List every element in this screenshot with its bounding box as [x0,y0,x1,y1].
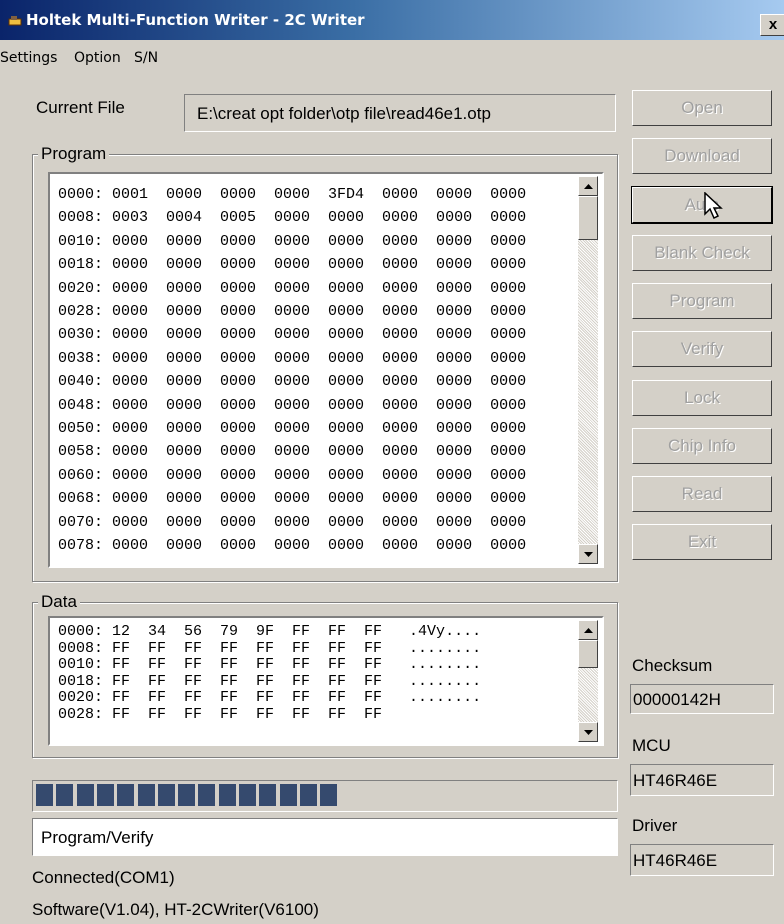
chip-info-button[interactable]: Chip Info [632,428,772,464]
auto-button[interactable]: Auto [631,186,773,224]
program-row[interactable]: 0020: 0000 0000 0000 0000 0000 0000 0000… [58,277,526,300]
program-list[interactable]: 0000: 0001 0000 0000 0000 3FD4 0000 0000… [48,172,604,568]
driver-label: Driver [632,816,678,835]
progress-segment [137,784,155,806]
close-button[interactable]: x [760,14,784,36]
connection-status: Connected(COM1) [32,868,175,887]
verify-button[interactable]: Verify [632,331,772,367]
status-message: Program/Verify [41,828,154,847]
program-row[interactable]: 0048: 0000 0000 0000 0000 0000 0000 0000… [58,394,526,417]
scroll-thumb[interactable] [578,196,598,240]
scroll-up-button[interactable] [578,620,598,640]
data-list[interactable]: 0000: 12 34 56 79 9F FF FF FF .4Vy.... 00… [48,616,604,746]
current-file-field[interactable]: E:\creat opt folder\otp file\read46e1.ot… [184,94,616,132]
data-row[interactable]: 0008: FF FF FF FF FF FF FF FF ........ [58,640,481,658]
open-button[interactable]: Open [632,90,772,126]
progress-segment [178,784,196,806]
read-button[interactable]: Read [632,476,772,512]
program-row[interactable]: 0068: 0000 0000 0000 0000 0000 0000 0000… [58,487,526,510]
program-row[interactable]: 0018: 0000 0000 0000 0000 0000 0000 0000… [58,253,526,276]
program-row[interactable]: 0008: 0003 0004 0005 0000 0000 0000 0000… [58,206,526,229]
menu-settings[interactable]: Settings [0,50,57,66]
progress-segment [36,784,53,806]
scroll-down-button[interactable] [578,722,598,742]
data-row[interactable]: 0000: 12 34 56 79 9F FF FF FF .4Vy.... [58,623,481,641]
data-legend: Data [38,592,80,612]
progress-segment [259,784,277,806]
program-row[interactable]: 0000: 0001 0000 0000 0000 3FD4 0000 0000… [58,183,526,206]
checksum-label: Checksum [632,656,713,675]
program-row[interactable]: 0078: 0000 0000 0000 0000 0000 0000 0000… [58,534,526,557]
mcu-value: HT46R46E [633,771,718,790]
progress-bar [32,780,618,812]
program-rows: 0000: 0001 0000 0000 0000 3FD4 0000 0000… [58,183,526,558]
title-bar[interactable]: Holtek Multi-Function Writer - 2C Writer… [0,0,784,40]
current-file-value: E:\creat opt folder\otp file\read46e1.ot… [197,104,491,123]
progress-segment [320,784,338,806]
program-row[interactable]: 0038: 0000 0000 0000 0000 0000 0000 0000… [58,347,526,370]
driver-value: HT46R46E [633,851,718,870]
arrow-up-icon [583,627,593,633]
program-row[interactable]: 0050: 0000 0000 0000 0000 0000 0000 0000… [58,417,526,440]
program-legend: Program [38,144,110,164]
status-message-field: Program/Verify [32,818,618,856]
menu-bar: Settings Option S/N [0,44,784,74]
download-button[interactable]: Download [632,138,772,174]
lock-button[interactable]: Lock [632,380,772,416]
program-row[interactable]: 0028: 0000 0000 0000 0000 0000 0000 0000… [58,300,526,323]
app-icon [8,16,22,26]
blank-check-button[interactable]: Blank Check [632,235,772,271]
checksum-field: 00000142H [630,684,774,714]
program-scrollbar[interactable] [578,176,598,564]
current-file-label: Current File [36,98,125,117]
data-row[interactable]: 0010: FF FF FF FF FF FF FF FF ........ [58,656,481,674]
window-title: Holtek Multi-Function Writer - 2C Writer [26,11,365,29]
data-row[interactable]: 0028: FF FF FF FF FF FF FF FF [58,706,481,724]
driver-field: HT46R46E [630,844,774,876]
progress-segment [218,784,236,806]
arrow-down-icon [583,729,593,735]
checksum-value: 00000142H [633,690,721,709]
arrow-up-icon [583,183,593,189]
progress-segment [56,784,74,806]
progress-segment [157,784,175,806]
program-row[interactable]: 0058: 0000 0000 0000 0000 0000 0000 0000… [58,440,526,463]
progress-segment [76,784,94,806]
mcu-label: MCU [632,736,671,755]
progress-segment [299,784,317,806]
data-row[interactable]: 0018: FF FF FF FF FF FF FF FF ........ [58,673,481,691]
scroll-up-button[interactable] [578,176,598,196]
software-version: Software(V1.04), HT-2CWriter(V6100) [32,900,319,919]
program-row[interactable]: 0010: 0000 0000 0000 0000 0000 0000 0000… [58,230,526,253]
progress-segment [239,784,256,806]
menu-sn[interactable]: S/N [134,50,158,66]
arrow-down-icon [583,551,593,557]
exit-button[interactable]: Exit [632,524,772,560]
data-row[interactable]: 0020: FF FF FF FF FF FF FF FF ........ [58,689,481,707]
data-rows: 0000: 12 34 56 79 9F FF FF FF .4Vy.... 00… [58,623,481,724]
program-row[interactable]: 0070: 0000 0000 0000 0000 0000 0000 0000… [58,511,526,534]
program-row[interactable]: 0040: 0000 0000 0000 0000 0000 0000 0000… [58,370,526,393]
menu-option[interactable]: Option [74,50,121,66]
progress-segment [117,784,135,806]
progress-segment [198,784,216,806]
progress-segment [96,784,114,806]
program-row[interactable]: 0060: 0000 0000 0000 0000 0000 0000 0000… [58,464,526,487]
mcu-field: HT46R46E [630,764,774,796]
program-button[interactable]: Program [632,283,772,319]
progress-segment [279,784,297,806]
mouse-cursor-icon [704,192,723,220]
scroll-down-button[interactable] [578,544,598,564]
program-row[interactable]: 0030: 0000 0000 0000 0000 0000 0000 0000… [58,323,526,346]
data-scrollbar[interactable] [578,620,598,742]
scroll-thumb[interactable] [578,640,598,668]
